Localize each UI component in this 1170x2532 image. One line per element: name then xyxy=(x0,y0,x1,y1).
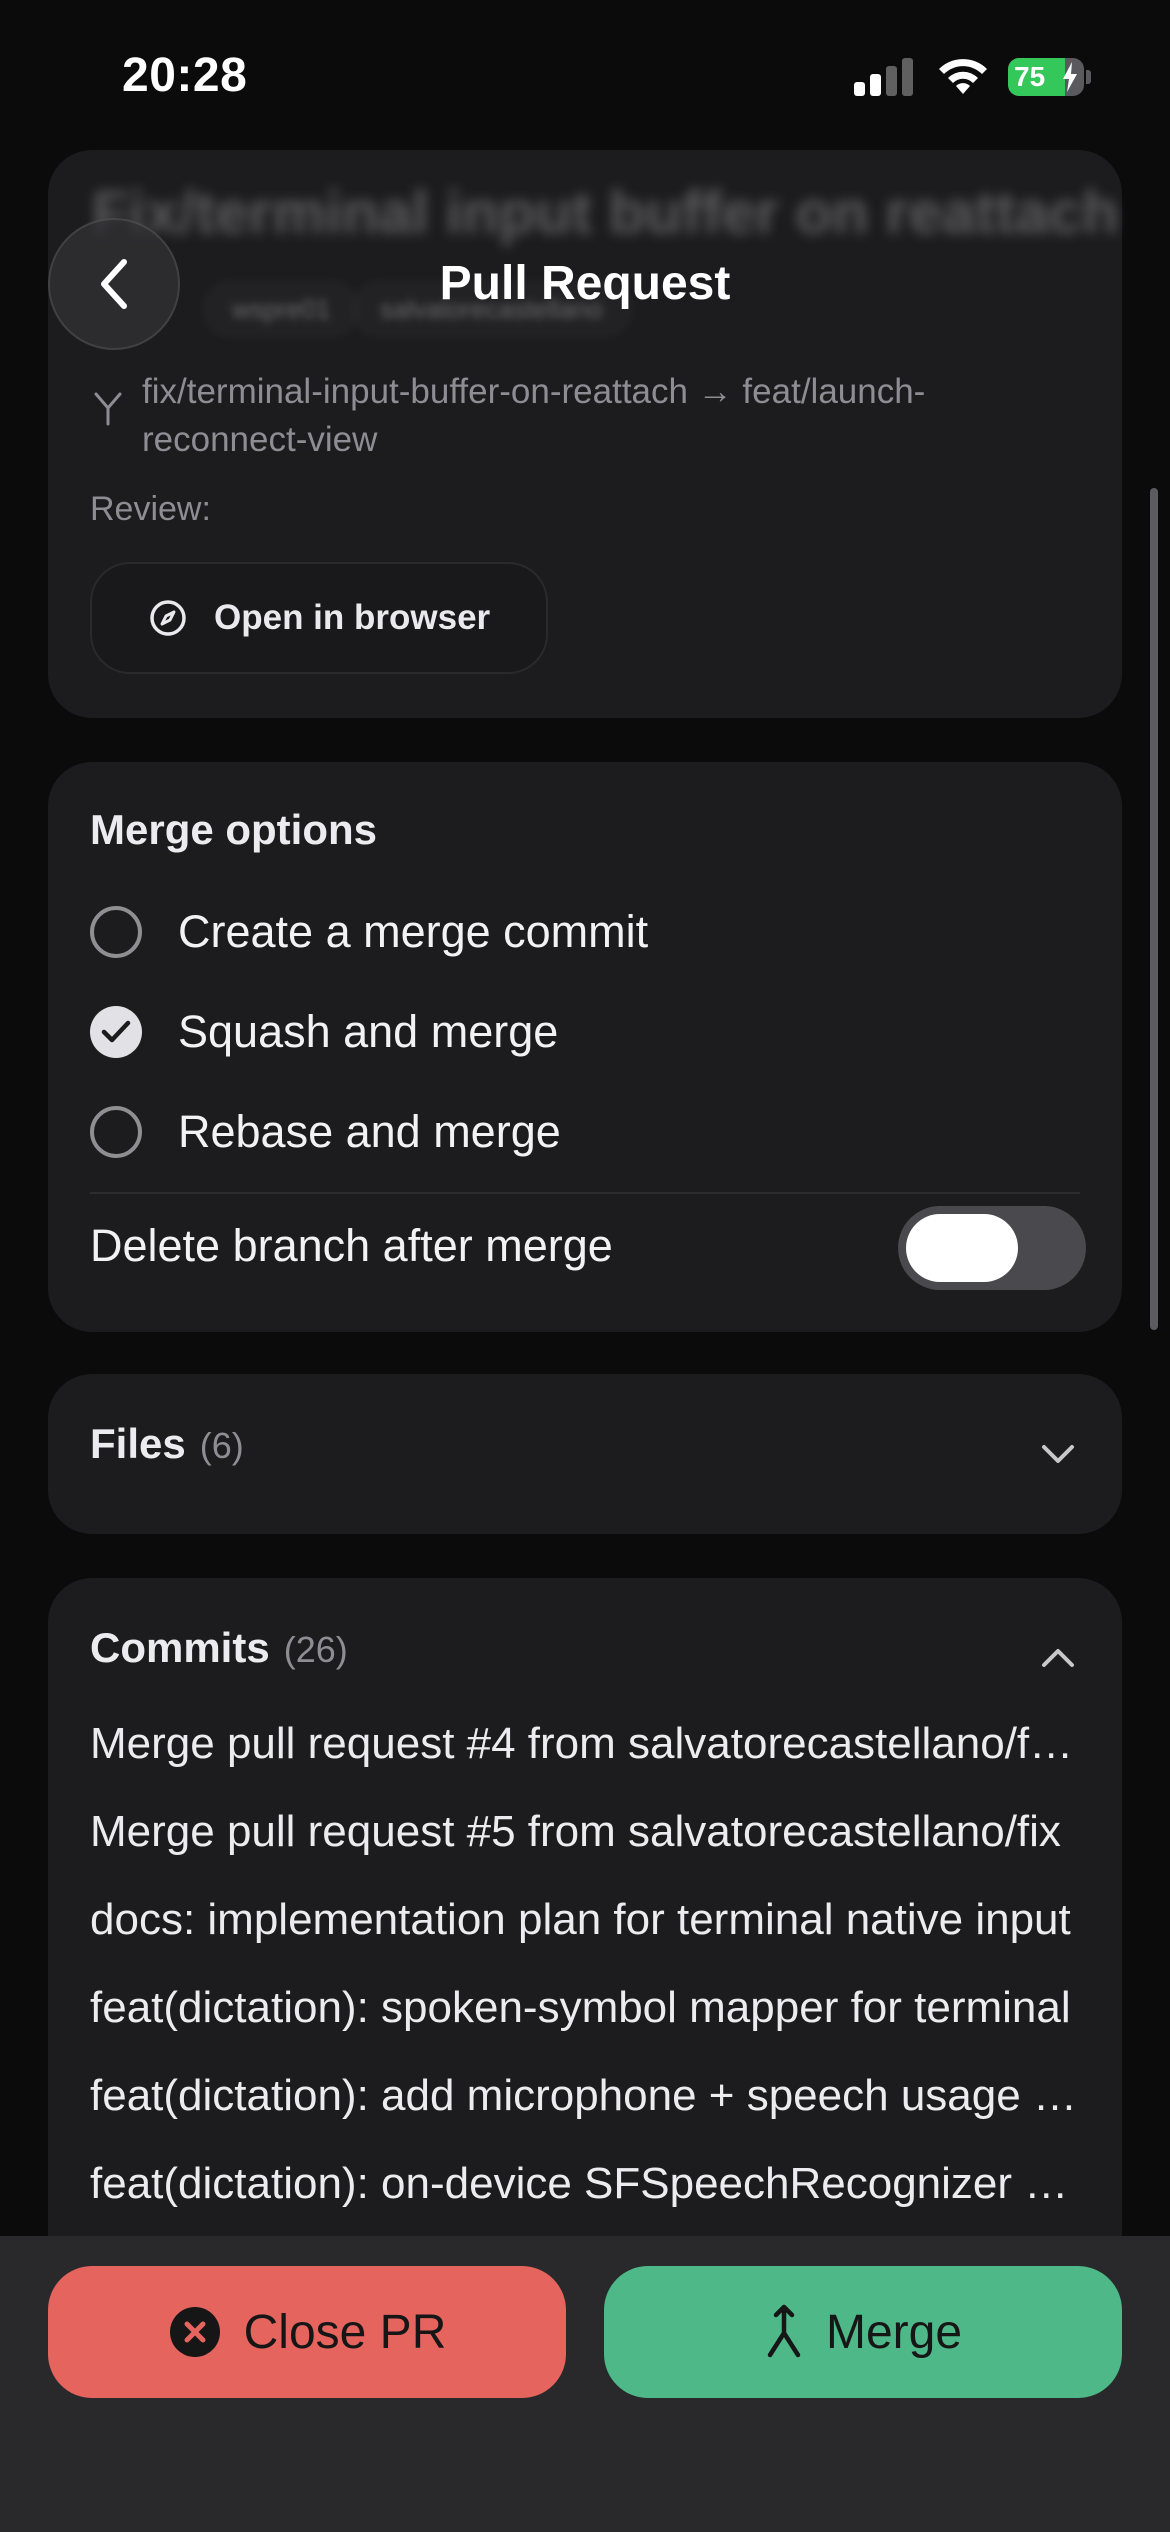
chevron-down-icon[interactable] xyxy=(1036,1432,1080,1476)
status-time: 20:28 xyxy=(122,49,248,102)
scrollbar[interactable] xyxy=(1150,488,1158,1330)
commit-item[interactable]: feat(dictation): on-device SFSpeechRecog… xyxy=(90,2154,1090,2214)
commit-item[interactable]: feat(dictation): add microphone + speech… xyxy=(90,2066,1090,2126)
chevron-up-icon[interactable] xyxy=(1036,1636,1080,1680)
action-bar: Close PR Merge xyxy=(0,2236,1170,2532)
commit-item[interactable]: feat(dictation): spoken-symbol mapper fo… xyxy=(90,1978,1090,2038)
files-count: (6) xyxy=(199,1425,244,1466)
merge-options-card: Merge options Create a merge commit Squa… xyxy=(48,762,1122,1332)
commits-count: (26) xyxy=(283,1629,348,1670)
radio-button-selected[interactable] xyxy=(90,1006,142,1058)
close-circle-icon xyxy=(169,2307,220,2357)
compass-icon xyxy=(150,600,186,636)
merge-options-title: Merge options xyxy=(90,806,378,853)
status-bar: 20:28 75 xyxy=(0,0,1170,150)
commits-header[interactable]: Commits (26) xyxy=(90,1624,348,1672)
divider xyxy=(90,1192,1080,1194)
close-pr-button[interactable]: Close PR xyxy=(48,2266,566,2398)
page-title: Pull Request xyxy=(439,257,731,310)
merge-icon xyxy=(767,2304,801,2358)
merge-option-rebase[interactable]: Rebase and merge xyxy=(90,1102,561,1162)
checkmark-icon xyxy=(101,1020,131,1043)
branch-merge-icon xyxy=(94,392,122,426)
radio-button[interactable] xyxy=(90,1106,142,1158)
delete-branch-label: Delete branch after merge xyxy=(90,1220,613,1271)
navigation-bar: Pull Request xyxy=(0,200,1170,370)
battery-icon: 75 xyxy=(1008,58,1084,96)
files-section[interactable]: Files (6) xyxy=(48,1374,1122,1534)
signal-icon xyxy=(854,58,914,96)
open-in-browser-button[interactable]: Open in browser xyxy=(90,562,549,674)
branch-info: fix/terminal-input-buffer-on-reattach → … xyxy=(90,368,1070,464)
commit-item[interactable]: Merge pull request #5 from salvatorecast… xyxy=(90,1802,1090,1862)
merge-option-create-commit[interactable]: Create a merge commit xyxy=(90,902,648,962)
commit-item[interactable]: Merge pull request #4 from salvatorecast… xyxy=(90,1714,1090,1774)
radio-button[interactable] xyxy=(90,906,142,958)
merge-label: Merge xyxy=(825,2305,963,2359)
review-label: Review: xyxy=(90,490,211,528)
battery-percentage: 75 xyxy=(1014,61,1046,92)
toggle-knob xyxy=(906,1214,1018,1282)
merge-option-label: Rebase and merge xyxy=(178,1106,561,1157)
delete-branch-toggle[interactable] xyxy=(898,1206,1086,1290)
files-header: Files (6) xyxy=(90,1420,244,1468)
branch-names: fix/terminal-input-buffer-on-reattach → … xyxy=(142,372,926,459)
wifi-icon xyxy=(939,59,987,94)
open-in-browser-label: Open in browser xyxy=(214,598,491,637)
merge-option-label: Create a merge commit xyxy=(178,906,649,957)
merge-option-label: Squash and merge xyxy=(178,1006,559,1057)
close-pr-label: Close PR xyxy=(243,2305,447,2359)
files-title: Files xyxy=(90,1420,186,1467)
merge-option-squash[interactable]: Squash and merge xyxy=(90,1002,558,1062)
commits-title: Commits xyxy=(90,1624,270,1671)
commit-item[interactable]: docs: implementation plan for terminal n… xyxy=(90,1890,1090,1950)
charging-bolt-icon xyxy=(1063,62,1077,92)
merge-button[interactable]: Merge xyxy=(604,2266,1122,2398)
